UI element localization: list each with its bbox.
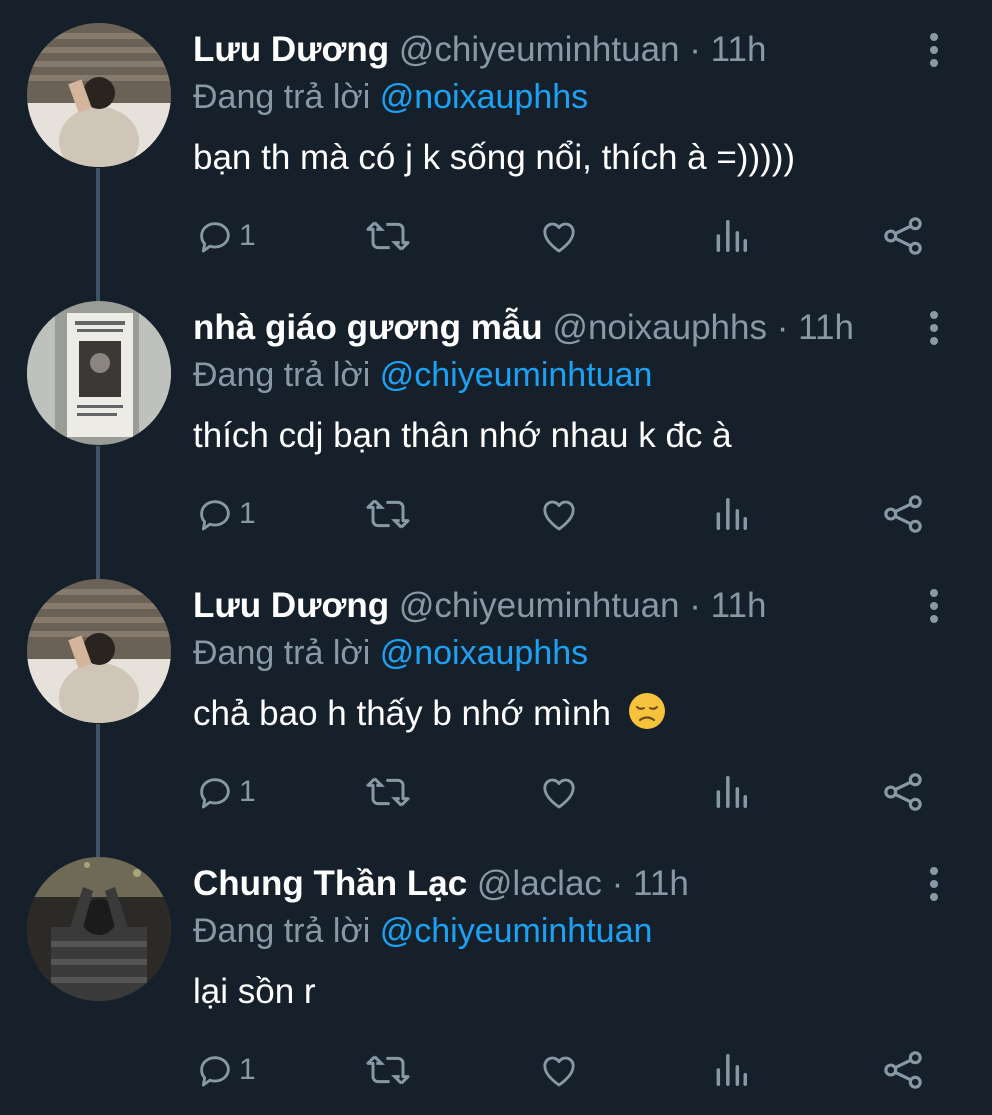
replying-to-label: Đang trả lời [193, 912, 371, 950]
tweet-text-container: chả bao h thấy b nhớ mình [193, 690, 667, 738]
username[interactable]: @chiyeuminhtuan [399, 30, 680, 69]
reply-mention-link[interactable]: @chiyeuminhtuan [380, 912, 653, 950]
separator-dot: · [776, 308, 789, 347]
display-name[interactable]: Chung Thần Lạc [193, 864, 467, 903]
share-button[interactable] [882, 208, 924, 264]
tweet-actions: 1 [0, 486, 992, 542]
analytics-icon [716, 1054, 747, 1086]
analytics-button[interactable] [712, 486, 750, 542]
tweet[interactable]: Chung Thần Lạc @laclac · 11h Đang trả lờ… [0, 834, 992, 1112]
tweet-actions: 1 [0, 208, 992, 264]
more-options-icon[interactable] [926, 30, 942, 70]
share-button[interactable] [882, 764, 924, 820]
analytics-icon [716, 220, 747, 252]
more-options-icon[interactable] [926, 586, 942, 626]
replying-to: Đang trả lời @chiyeuminhtuan [193, 909, 652, 953]
retweet-button[interactable] [364, 208, 412, 264]
tweet-header: Lưu Dương @chiyeuminhtuan · 11h [193, 28, 912, 72]
separator-dot: · [689, 30, 701, 69]
disappointed-face-emoji-icon [628, 693, 665, 729]
avatar[interactable] [27, 23, 171, 167]
retweet-button[interactable] [364, 764, 412, 820]
tweet[interactable]: Lưu Dương @chiyeuminhtuan · 11h Đang trả… [0, 0, 992, 278]
retweet-icon [366, 777, 410, 807]
heart-icon [543, 222, 575, 253]
reply-thread: Lưu Dương @chiyeuminhtuan · 11h Đang trả… [0, 0, 992, 1115]
more-options-icon[interactable] [926, 308, 942, 348]
reply-count: 1 [239, 497, 256, 530]
replying-to: Đang trả lời @noixauphhs [193, 75, 588, 119]
analytics-button[interactable] [712, 764, 750, 820]
reply-mention-link[interactable]: @chiyeuminhtuan [380, 356, 653, 394]
timestamp[interactable]: 11h [798, 308, 854, 347]
tweet-header: Chung Thần Lạc @laclac · 11h [193, 862, 912, 906]
reply-button[interactable]: 1 [195, 208, 256, 264]
tweet-actions: 1 [0, 764, 992, 820]
display-name[interactable]: nhà giáo gương mẫu [193, 308, 543, 347]
separator-dot: · [611, 864, 624, 903]
like-button[interactable] [538, 486, 580, 542]
heart-icon [543, 778, 575, 809]
avatar[interactable] [27, 579, 171, 723]
tweet[interactable]: Lưu Dương @chiyeuminhtuan · 11h Đang trả… [0, 556, 992, 834]
like-button[interactable] [538, 764, 580, 820]
reply-icon [200, 778, 230, 809]
reply-mention-link[interactable]: @noixauphhs [380, 634, 588, 672]
analytics-icon [716, 776, 747, 808]
avatar[interactable] [27, 857, 171, 1001]
avatar[interactable] [27, 301, 171, 445]
share-icon [884, 217, 922, 255]
share-button[interactable] [882, 486, 924, 542]
reply-button[interactable]: 1 [195, 764, 256, 820]
like-button[interactable] [538, 208, 580, 264]
tweet-text: thích cdj bạn thân nhớ nhau k đc à [193, 416, 732, 455]
retweet-button[interactable] [364, 486, 412, 542]
tweet[interactable]: nhà giáo gương mẫu @noixauphhs · 11h Đan… [0, 278, 992, 556]
share-icon [884, 1051, 922, 1089]
analytics-button[interactable] [712, 208, 750, 264]
tweet-header: Lưu Dương @chiyeuminhtuan · 11h [193, 584, 912, 628]
replying-to: Đang trả lời @chiyeuminhtuan [193, 353, 652, 397]
username[interactable]: @chiyeuminhtuan [399, 586, 680, 625]
username[interactable]: @noixauphhs [552, 308, 767, 347]
reply-mention-link[interactable]: @noixauphhs [380, 78, 588, 116]
retweet-icon [366, 221, 410, 251]
reply-count: 1 [239, 219, 256, 252]
display-name[interactable]: Lưu Dương [193, 586, 389, 625]
timestamp[interactable]: 11h [711, 586, 767, 625]
retweet-icon [366, 499, 410, 529]
retweet-icon [366, 1055, 410, 1085]
retweet-button[interactable] [364, 1042, 412, 1098]
reply-icon [200, 1056, 230, 1087]
tweet-text: chả bao h thấy b nhớ mình [193, 694, 611, 733]
tweet-header: nhà giáo gương mẫu @noixauphhs · 11h [193, 306, 912, 350]
reply-button[interactable]: 1 [195, 1042, 256, 1098]
reply-count: 1 [239, 775, 256, 808]
like-button[interactable] [538, 1042, 580, 1098]
share-button[interactable] [882, 1042, 924, 1098]
reply-icon [200, 222, 230, 253]
display-name[interactable]: Lưu Dương [193, 30, 389, 69]
replying-to: Đang trả lời @noixauphhs [193, 631, 588, 675]
replying-to-label: Đang trả lời [193, 356, 371, 394]
heart-icon [543, 1056, 575, 1087]
replying-to-label: Đang trả lời [193, 78, 371, 116]
analytics-button[interactable] [712, 1042, 750, 1098]
analytics-icon [716, 498, 747, 530]
reply-button[interactable]: 1 [195, 486, 256, 542]
timestamp[interactable]: 11h [711, 30, 767, 69]
heart-icon [543, 500, 575, 531]
share-icon [884, 495, 922, 533]
reply-icon [200, 500, 230, 531]
timestamp[interactable]: 11h [633, 864, 689, 903]
username[interactable]: @laclac [477, 864, 602, 903]
tweet-text: lại sồn r [193, 972, 316, 1011]
reply-count: 1 [239, 1053, 256, 1086]
replying-to-label: Đang trả lời [193, 634, 371, 672]
tweet-actions: 1 [0, 1042, 992, 1098]
tweet-text: bạn th mà có j k sống nổi, thích à =))))… [193, 138, 796, 177]
more-options-icon[interactable] [926, 864, 942, 904]
share-icon [884, 773, 922, 811]
separator-dot: · [689, 586, 701, 625]
